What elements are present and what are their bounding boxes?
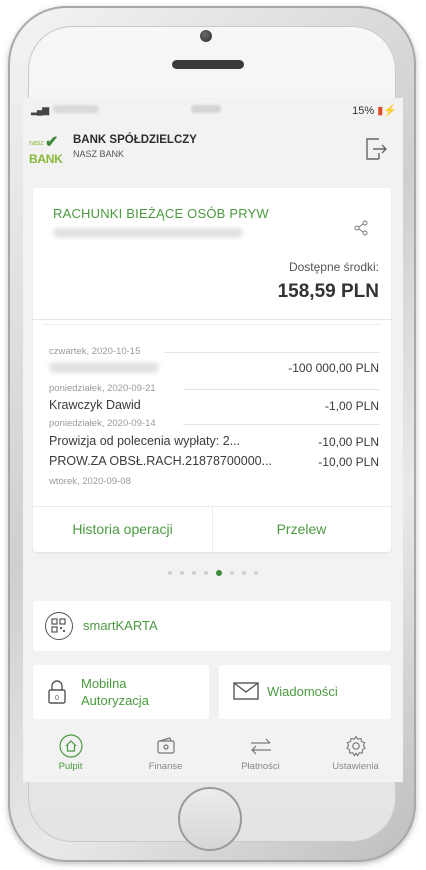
logo-mark-icon: ✔ — [45, 134, 59, 151]
tab-label: Ustawienia — [332, 761, 379, 772]
home-button[interactable] — [178, 787, 242, 851]
tab-label: Finanse — [148, 761, 183, 772]
tab-label: Płatności — [241, 761, 280, 772]
bank-logo: ✔ nasz BANK — [29, 132, 65, 166]
card-actions: Historia operacji Przelew — [33, 506, 391, 553]
pager-dot[interactable] — [192, 571, 196, 575]
transaction-date: wtorek, 2020-09-08 — [49, 476, 131, 487]
bank-name: BANK SPÓŁDZIELCZY — [73, 134, 197, 146]
divider — [33, 319, 391, 320]
pager-dot-active[interactable] — [216, 570, 222, 576]
battery-percent: 15% — [352, 105, 375, 117]
qr-code-icon — [45, 612, 73, 640]
account-balance: 158,59 PLN — [277, 281, 379, 302]
clock-blurred — [191, 105, 221, 113]
transaction-name-blurred — [49, 362, 159, 373]
history-button[interactable]: Historia operacji — [33, 507, 213, 553]
divider — [43, 324, 381, 325]
signal-icon: ▂▄▆ — [31, 105, 49, 115]
battery-indicator: 15% ▮⚡ — [352, 104, 397, 117]
transaction-name[interactable]: Krawczyk Dawid — [49, 398, 141, 412]
earpiece-speaker — [172, 60, 244, 69]
tab-label: Pulpit — [58, 761, 83, 772]
charging-icon: ▮⚡ — [377, 105, 397, 117]
tab-ustawienia[interactable]: Ustawienia — [308, 732, 403, 780]
transaction-date: poniedziałek, 2020-09-14 — [49, 418, 156, 429]
transaction-date: czwartek, 2020-10-15 — [49, 346, 141, 357]
transaction-date: poniedziałek, 2020-09-21 — [49, 383, 156, 394]
account-title: RACHUNKI BIEŻĄCE OSÓB PRYW — [53, 206, 269, 221]
transaction-name[interactable]: Prowizja od polecenia wypłaty: 2... — [49, 434, 240, 448]
svg-text:0: 0 — [55, 695, 59, 702]
messages-label: Wiadomości — [267, 684, 338, 699]
pager-dot[interactable] — [180, 571, 184, 575]
lock-icon: 0 — [48, 680, 66, 704]
tab-platnosci[interactable]: Płatności — [213, 732, 308, 780]
mobile-authorization-label: Mobilna Autoryzacja — [81, 675, 149, 709]
mobilna-line-2: Autoryzacja — [81, 693, 149, 708]
wallet-icon — [156, 737, 175, 754]
app-screen: ▂▄▆ 15% ▮⚡ ✔ nasz BANK BANK SPÓŁDZIELCZY… — [23, 98, 403, 782]
available-funds-label: Dostępne środki: — [288, 260, 379, 274]
transaction-amount: -10,00 PLN — [318, 435, 379, 449]
bottom-tab-bar: Pulpit Finanse Płatności Ustawienia — [23, 728, 403, 782]
account-number-blurred — [53, 228, 243, 238]
pager-dot[interactable] — [254, 571, 258, 575]
pager-dot[interactable] — [204, 571, 208, 575]
date-rule — [183, 424, 379, 425]
transfer-button[interactable]: Przelew — [212, 507, 391, 553]
logo-big-text: BANK — [29, 152, 63, 166]
mobilna-line-1: Mobilna — [81, 676, 127, 691]
logo-small-text: nasz — [29, 140, 44, 147]
carousel-pager[interactable] — [23, 570, 403, 580]
date-rule — [183, 389, 379, 390]
mobile-authorization-tile[interactable]: 0 Mobilna Autoryzacja — [33, 665, 209, 719]
pager-dot[interactable] — [242, 571, 246, 575]
logout-icon[interactable] — [364, 136, 388, 162]
tab-pulpit[interactable]: Pulpit — [23, 732, 118, 780]
messages-tile[interactable]: Wiadomości — [219, 665, 391, 719]
share-icon[interactable] — [353, 220, 369, 236]
transaction-name[interactable]: PROW.ZA OBSŁ.RACH.21878700000... — [49, 454, 272, 468]
transaction-amount: -10,00 PLN — [318, 455, 379, 469]
transaction-amount: -1,00 PLN — [324, 399, 379, 413]
transaction-amount: -100 000,00 PLN — [288, 361, 379, 375]
account-card[interactable]: RACHUNKI BIEŻĄCE OSÓB PRYW Dostępne środ… — [33, 188, 391, 553]
app-header: ✔ nasz BANK BANK SPÓŁDZIELCZY NASZ BANK — [23, 122, 403, 178]
pager-dot[interactable] — [168, 571, 172, 575]
smartkarta-label: smartKARTA — [83, 618, 158, 633]
gear-icon — [345, 735, 366, 757]
pager-dot[interactable] — [230, 571, 234, 575]
carrier-name-blurred — [53, 105, 99, 113]
status-bar: ▂▄▆ 15% ▮⚡ — [23, 98, 403, 122]
date-rule — [165, 352, 379, 353]
smartkarta-tile[interactable]: smartKARTA — [33, 601, 391, 651]
envelope-icon — [233, 682, 259, 700]
tab-finanse[interactable]: Finanse — [118, 732, 213, 780]
home-icon — [58, 734, 83, 758]
front-camera — [200, 30, 212, 42]
bank-subtitle: NASZ BANK — [73, 149, 125, 159]
transfer-arrows-icon — [250, 738, 271, 755]
